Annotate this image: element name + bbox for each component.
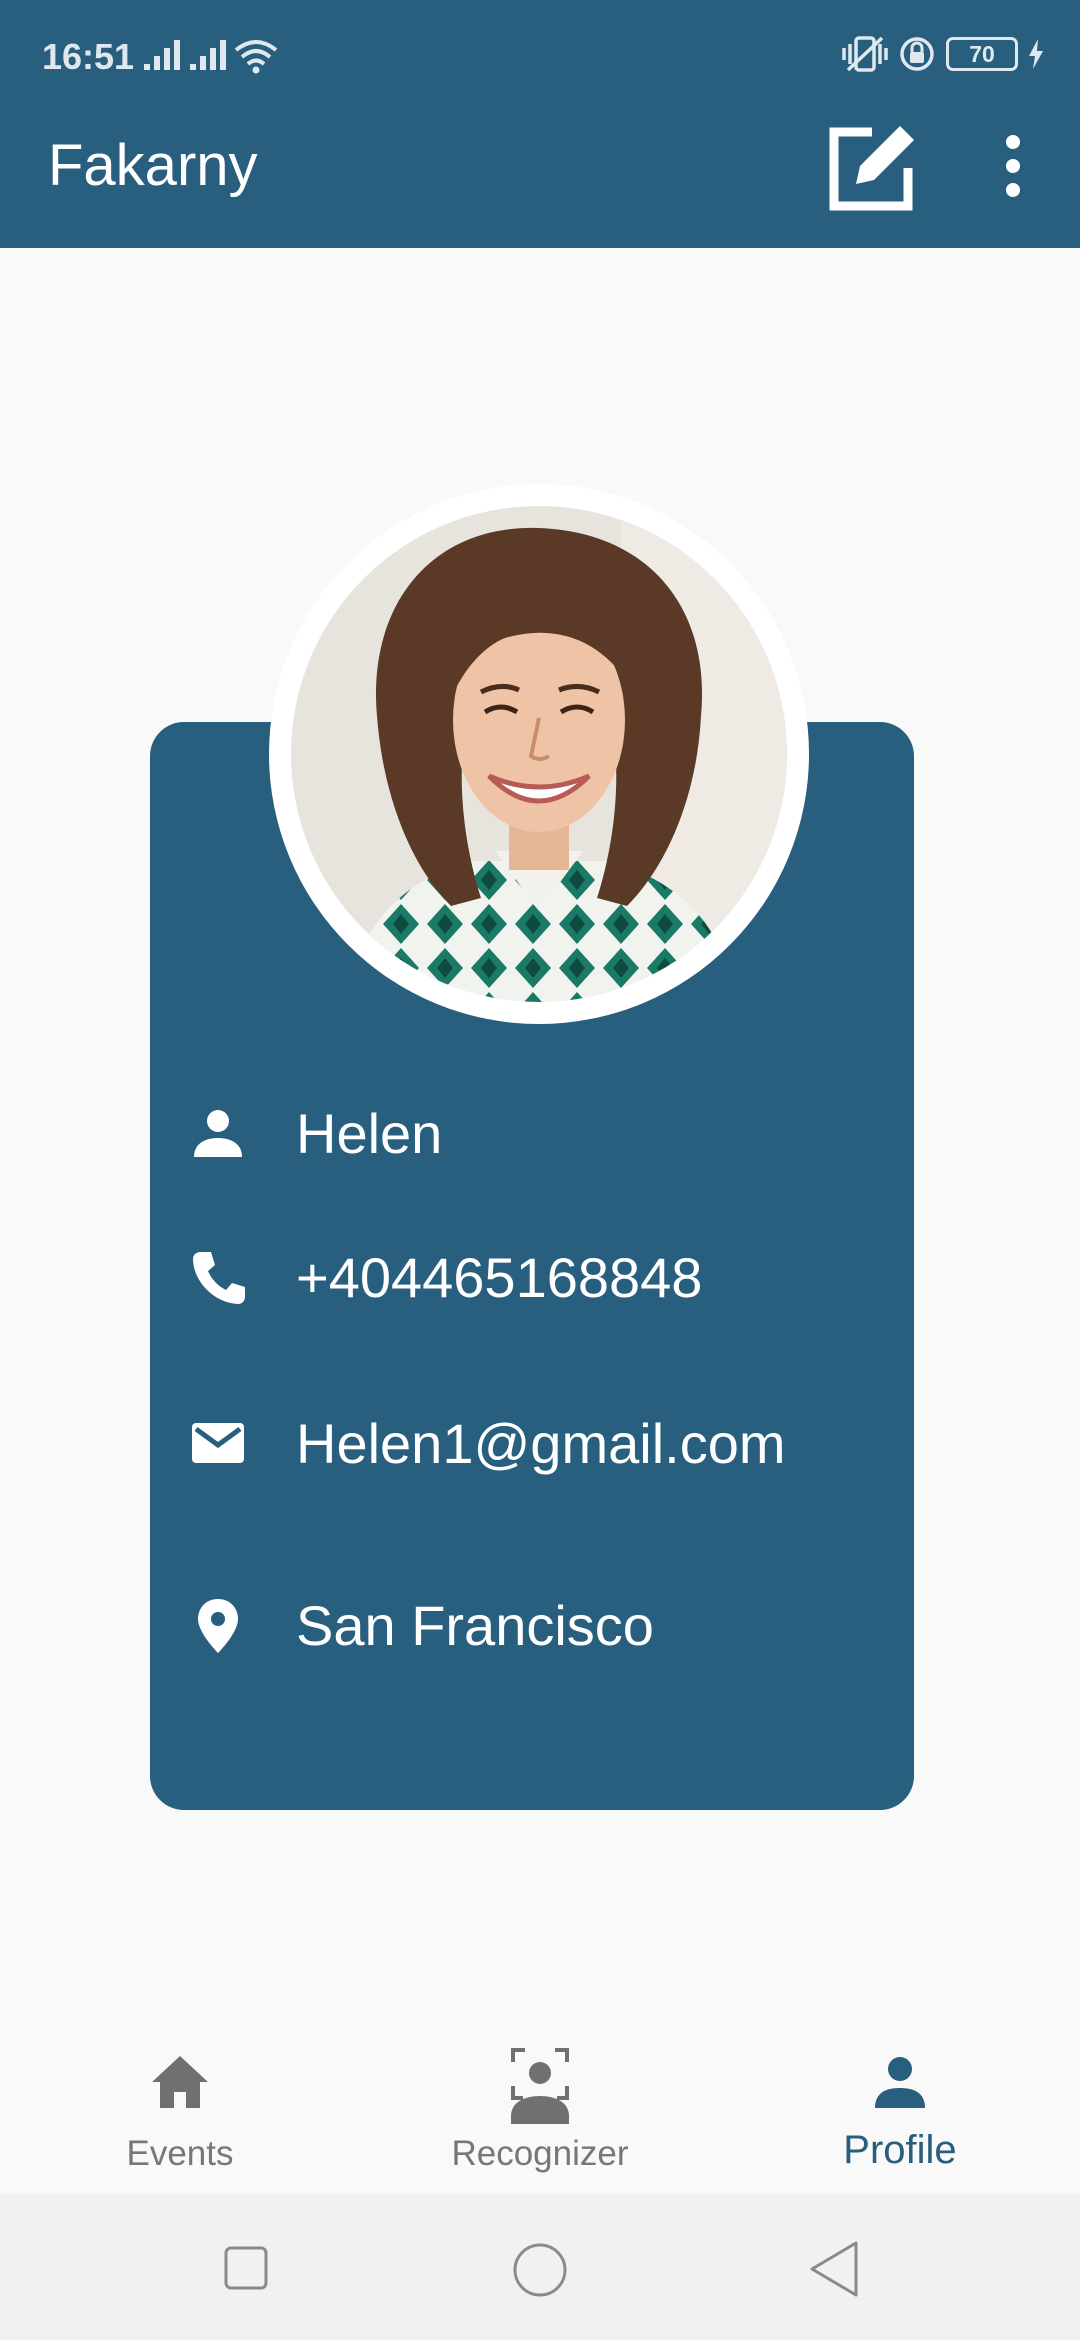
app-bar: 16:51 70 Fakarny xyxy=(0,0,1080,248)
profile-location: San Francisco xyxy=(296,1593,654,1657)
status-bar: 16:51 70 xyxy=(0,0,1080,110)
name-row: Helen xyxy=(190,1088,442,1178)
location-row: San Francisco xyxy=(190,1580,654,1670)
profile-name: Helen xyxy=(296,1101,443,1165)
battery-icon: 70 xyxy=(946,37,1018,71)
phone-icon xyxy=(193,1252,245,1304)
phone-row: +404465168848 xyxy=(190,1232,702,1322)
rotation-lock-icon xyxy=(900,37,934,71)
edit-profile-button[interactable] xyxy=(826,118,922,214)
avatar xyxy=(291,506,787,1002)
edit-icon xyxy=(829,126,914,211)
home-circle-icon[interactable] xyxy=(512,2242,568,2298)
avatar-photo xyxy=(291,506,787,1002)
nav-item-events[interactable]: Events xyxy=(0,2010,360,2190)
signal-icon xyxy=(144,40,180,70)
nav-label-events: Events xyxy=(126,2134,234,2173)
email-icon xyxy=(192,1423,244,1463)
bottom-navigation: Events Recognizer Profile xyxy=(0,2010,1080,2190)
profile-email: Helen1@gmail.com xyxy=(296,1411,786,1475)
avatar-frame xyxy=(269,484,809,1024)
home-icon xyxy=(152,2056,208,2108)
signal-icon xyxy=(190,40,226,70)
recent-apps-icon[interactable] xyxy=(224,2246,268,2290)
profile-phone: +404465168848 xyxy=(296,1245,703,1309)
status-icons: 70 xyxy=(842,34,1044,74)
status-time: 16:51 xyxy=(42,36,135,77)
app-title: Fakarny xyxy=(48,133,258,198)
more-vertical-icon xyxy=(1006,135,1020,197)
wifi-icon xyxy=(234,40,278,74)
system-navigation-bar xyxy=(0,2194,1080,2340)
nav-item-recognizer[interactable]: Recognizer xyxy=(360,2010,720,2190)
nav-label-profile: Profile xyxy=(843,2128,957,2172)
back-triangle-icon[interactable] xyxy=(808,2240,860,2298)
face-scan-icon xyxy=(511,2048,569,2124)
nav-item-profile[interactable]: Profile xyxy=(720,2010,1080,2190)
person-icon xyxy=(875,2057,925,2108)
location-pin-icon xyxy=(198,1599,238,1653)
charging-icon xyxy=(1029,39,1043,69)
person-icon xyxy=(194,1110,242,1157)
nav-label-recognizer: Recognizer xyxy=(451,2134,629,2173)
email-row: Helen1@gmail.com xyxy=(190,1398,785,1488)
vibrate-icon xyxy=(842,36,888,72)
more-options-button[interactable] xyxy=(993,130,1033,202)
